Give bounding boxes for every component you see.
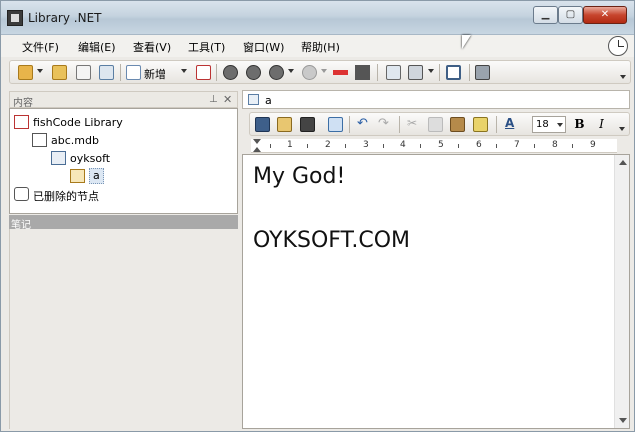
document-icon [248, 94, 259, 105]
menu-file[interactable]: 文件(F) [22, 39, 59, 55]
goto-dropdown-icon [321, 69, 327, 73]
app-icon[interactable] [7, 10, 23, 26]
scroll-up-icon[interactable] [619, 160, 627, 165]
goto-icon [302, 65, 317, 80]
tree-item-label: a [89, 168, 104, 184]
tools-icon[interactable] [475, 65, 490, 80]
tree-item-label: oyksoft [70, 152, 111, 165]
font-icon[interactable]: A [505, 117, 520, 132]
pane-title: 内容 [13, 98, 33, 109]
tree-item-label: 已删除的节点 [33, 190, 99, 203]
close-button[interactable]: ✕ [583, 6, 627, 24]
pin-icon[interactable]: ⊥ [209, 94, 218, 105]
open-folder-icon[interactable] [18, 65, 33, 80]
cut-icon: ✂ [407, 116, 418, 130]
note-node-icon [70, 169, 85, 183]
pane-close-icon[interactable]: ✕ [223, 93, 232, 106]
ruler-number: 7 [514, 140, 520, 150]
ruler-number: 1 [287, 140, 293, 150]
save-icon[interactable] [255, 117, 270, 132]
folder-node-icon [51, 151, 66, 165]
editor-toolbar-overflow-icon[interactable] [619, 127, 625, 131]
main-toolbar: 新增 [9, 60, 631, 84]
document-tab[interactable]: a [242, 90, 630, 109]
menu-window[interactable]: 窗口(W) [243, 39, 284, 55]
font-size-value: 18 [536, 119, 549, 130]
ruler-number: 5 [438, 140, 444, 150]
minimize-button[interactable]: ▁ [533, 6, 558, 24]
italic-icon[interactable]: I [594, 117, 609, 132]
font-size-dropdown-icon[interactable] [557, 123, 563, 127]
indent-icon[interactable] [333, 70, 348, 75]
new-note-icon[interactable] [126, 65, 141, 80]
title-bar[interactable]: Library .NET ▁ ▢ ✕ [1, 1, 634, 35]
hanging-indent-marker-icon[interactable] [253, 147, 261, 152]
database-icon [32, 133, 47, 147]
forward-icon[interactable] [246, 65, 261, 80]
library-icon [14, 115, 29, 129]
properties-edit-icon[interactable] [277, 117, 292, 132]
open-dropdown-icon[interactable] [37, 69, 43, 73]
ruler-number: 3 [363, 140, 369, 150]
bold-icon[interactable]: B [572, 117, 587, 132]
new-button[interactable]: 新增 [144, 66, 166, 82]
tree-item-label: fishCode Library [33, 116, 123, 129]
maximize-button[interactable]: ▢ [558, 6, 583, 24]
notes-pane [9, 229, 238, 429]
editor-vertical-scrollbar[interactable] [614, 155, 629, 428]
editor-toolbar: ↶ ↷ ✂ A 18 B I [249, 112, 630, 136]
menu-help[interactable]: 帮助(H) [301, 39, 340, 55]
history-icon[interactable] [269, 65, 284, 80]
ruler-number: 6 [476, 140, 482, 150]
copy-icon [428, 117, 443, 132]
window-title: Library .NET [28, 11, 102, 25]
outline-icon[interactable] [355, 65, 370, 80]
paste-icon[interactable] [450, 117, 465, 132]
history-dropdown-icon[interactable] [288, 69, 294, 73]
undo-icon[interactable]: ↶ [357, 117, 372, 132]
notes-section-bar[interactable]: 笔记 [9, 215, 238, 231]
properties-icon[interactable] [99, 65, 114, 80]
find-icon[interactable] [300, 117, 315, 132]
edit-mode-icon[interactable] [328, 117, 343, 132]
mouse-cursor-icon [462, 35, 471, 49]
document-tab-label: a [265, 94, 272, 107]
font-size-select[interactable]: 18 [532, 116, 566, 133]
ruler-number: 2 [325, 140, 331, 150]
app-window: Library .NET ▁ ▢ ✕ 文件(F) 编辑(E) 查看(V) 工具(… [0, 0, 635, 432]
scroll-down-icon[interactable] [619, 418, 627, 423]
folder-icon[interactable] [52, 65, 67, 80]
fullscreen-icon[interactable] [446, 65, 461, 80]
editor-line[interactable]: OYKSOFT.COM [253, 228, 410, 253]
back-icon[interactable] [223, 65, 238, 80]
ruler[interactable]: 1 2 3 4 5 6 7 8 9 [251, 139, 617, 153]
format-painter-icon[interactable] [473, 117, 488, 132]
content-pane-header: 内容 ⊥ ✕ [9, 91, 238, 109]
redo-icon: ↷ [378, 116, 389, 131]
indent-marker-icon[interactable] [253, 139, 261, 144]
print-preview-icon[interactable] [386, 65, 401, 80]
ruler-number: 9 [590, 140, 596, 150]
new-dropdown-icon[interactable] [181, 69, 187, 73]
clock-icon[interactable] [608, 36, 628, 56]
menu-tools[interactable]: 工具(T) [188, 39, 225, 55]
ruler-number: 4 [400, 140, 406, 150]
print-dropdown-icon[interactable] [428, 69, 434, 73]
toolbar-overflow-icon[interactable] [620, 75, 626, 79]
delete-icon[interactable] [196, 65, 211, 80]
ruler-number: 8 [552, 140, 558, 150]
print-icon[interactable] [408, 65, 423, 80]
menu-edit[interactable]: 编辑(E) [78, 39, 116, 55]
recycle-bin-icon [14, 187, 29, 201]
menu-view[interactable]: 查看(V) [133, 39, 171, 55]
refresh-icon[interactable] [76, 65, 91, 80]
content-tree: fishCode Library abc.mdb oyksoft a 已删除的节… [9, 108, 238, 214]
note-editor[interactable]: My God! OYKSOFT.COM [242, 154, 630, 429]
editor-line[interactable]: My God! [253, 164, 345, 189]
tree-item-label: abc.mdb [51, 134, 99, 147]
menu-bar: 文件(F) 编辑(E) 查看(V) 工具(T) 窗口(W) 帮助(H) [1, 35, 634, 57]
